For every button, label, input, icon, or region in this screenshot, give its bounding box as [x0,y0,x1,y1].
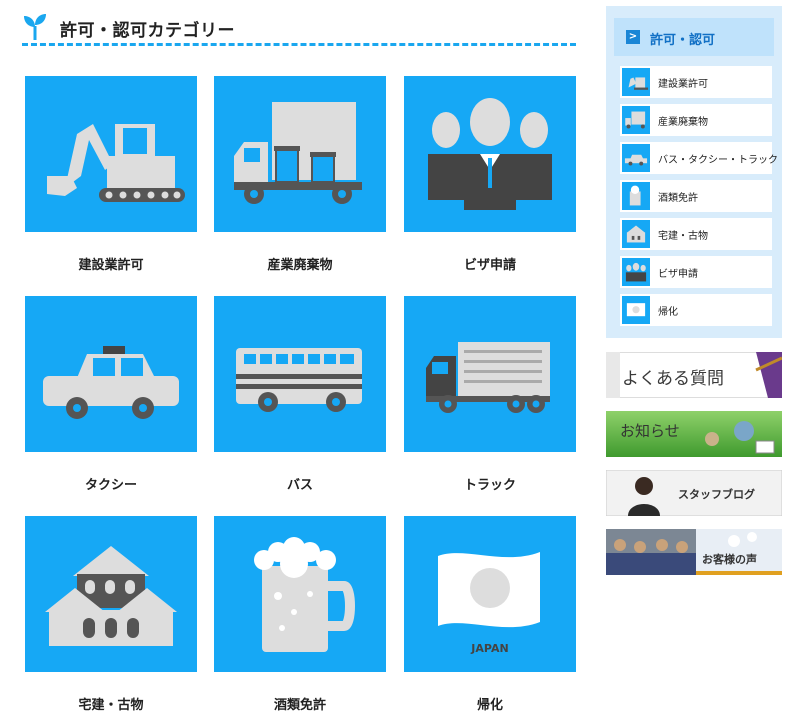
sidebar-item-visa[interactable]: ビザ申請 [620,256,772,288]
tile-liquor[interactable]: 酒類免許 [214,516,386,713]
tile-taxi[interactable]: タクシー [25,296,197,493]
flag-text: JAPAN [471,642,509,655]
news-banner-art: お知らせ [606,411,782,457]
category-header: 許可・認可カテゴリー [22,8,576,46]
beer-mug-icon [629,185,641,206]
sidebar-item-label: バス・タクシー・トラック [658,155,778,166]
tile-label: 宅建・古物 [78,698,144,713]
tile-truck[interactable]: トラック [404,296,576,493]
customer-voice-banner[interactable]: お客様の声 [606,529,782,575]
tile-bus[interactable]: バス [214,296,386,493]
sidebar-item-label: 産業廃棄物 [658,117,708,128]
sidebar-item-liquor[interactable]: 酒類免許 [620,180,772,212]
tile-naturalization[interactable]: JAPAN 帰化 [404,516,576,713]
tile-label: 建設業許可 [78,258,144,273]
dashed-divider [22,43,576,46]
garbage-truck-icon [234,102,362,204]
balloon-icon [734,421,754,441]
sidebar-title: 許可・認可 [650,33,716,48]
sidebar-header[interactable]: > 許可・認可 [614,18,774,56]
sidebar-item-label: 帰化 [658,307,678,318]
truck-icon [426,342,550,413]
businesspeople-icon [428,98,552,210]
sprout-icon [24,14,46,40]
news-banner[interactable]: お知らせ [606,411,782,457]
staff-blog-banner-text: スタッフブログ [678,487,755,501]
japan-flag-icon [626,303,646,317]
businesspeople-icon [625,262,647,282]
tile-label: ビザ申請 [463,258,516,273]
tile-label: 酒類免許 [273,698,326,713]
customer-voice-banner-art: お客様の声 [606,529,782,575]
sidebar-item-real-estate[interactable]: 宅建・古物 [620,218,772,250]
sidebar-item-bus-taxi-truck[interactable]: バス・タクシー・トラック [620,142,778,174]
sidebar-item-construction[interactable]: 建設業許可 [620,66,772,98]
tile-visa[interactable]: ビザ申請 [404,76,576,273]
tile-real-estate[interactable]: 宅建・古物 [25,516,197,713]
tile-label: トラック [463,478,516,493]
chevron-right-icon: > [626,30,640,44]
excavator-icon [47,124,185,202]
envelope-icon [755,440,775,454]
taxi-icon [43,346,179,419]
tile-industrial-waste[interactable]: 産業廃棄物 [214,76,386,273]
sidebar-item-naturalization[interactable]: 帰化 [620,294,772,326]
balloon-icon [705,432,719,446]
tile-label: 産業廃棄物 [267,258,333,273]
beer-mug-icon [254,537,355,652]
staff-avatar [635,477,653,495]
faq-banner-art: よくある質問 [606,352,782,398]
category-title: 許可・認可カテゴリー [60,21,235,41]
tile-construction[interactable]: 建設業許可 [25,76,197,273]
news-banner-text: お知らせ [620,423,680,440]
tile-label: バス [286,478,313,493]
sidebar-permits: > 許可・認可 建設業許可 産業廃棄物 バス・タクシー・トラック 酒類免許 宅建… [606,6,782,338]
faq-banner[interactable]: よくある質問 [606,352,782,398]
garbage-truck-icon [625,111,646,129]
staff-blog-banner[interactable]: スタッフブログ [606,470,782,516]
tile-label: 帰化 [476,698,503,713]
sidebar-item-label: 酒類免許 [658,193,698,204]
house-icon [626,225,646,243]
bus-icon [236,348,362,412]
staff-blog-banner-art: スタッフブログ [606,470,782,516]
faq-banner-text: よくある質問 [622,369,724,388]
sidebar-item-label: 宅建・古物 [658,231,708,242]
house-icon [45,546,177,646]
sidebar-item-label: ビザ申請 [658,269,698,280]
sidebar-item-label: 建設業許可 [658,79,708,90]
excavator-icon [628,77,649,90]
main-content: 許可・認可カテゴリー 建設業許可 産業廃棄物 ビザ申請 タクシー バス トラック… [0,0,590,717]
taxi-icon [624,154,648,166]
customer-voice-banner-text: お客様の声 [702,552,757,566]
tile-label: タクシー [84,478,137,493]
sidebar-item-industrial-waste[interactable]: 産業廃棄物 [620,104,772,136]
